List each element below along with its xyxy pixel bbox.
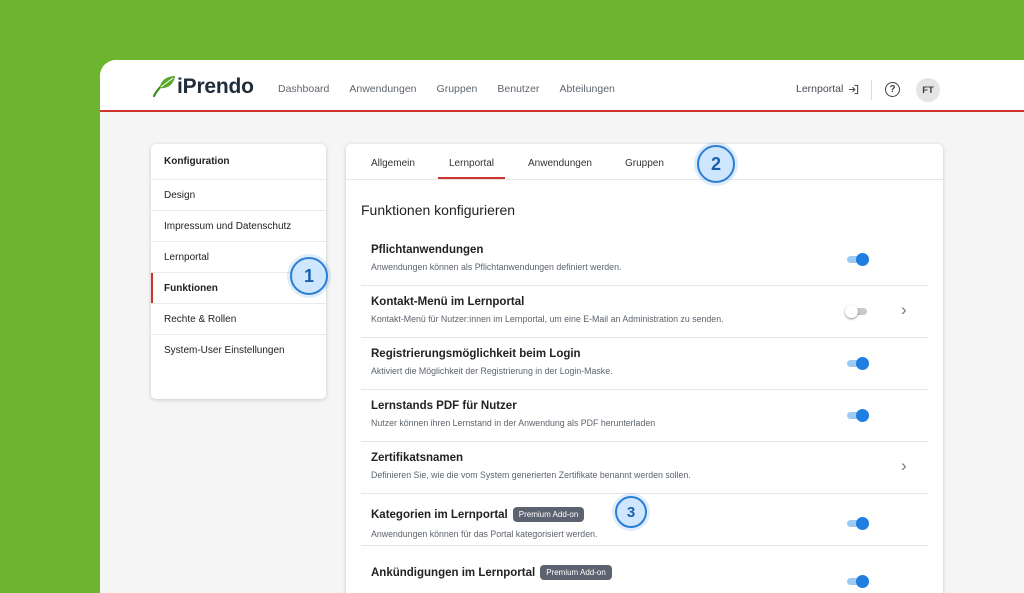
top-navigation-bar: iPrendo Dashboard Anwendungen Gruppen Be…	[100, 60, 1024, 112]
nav-benutzer[interactable]: Benutzer	[497, 83, 539, 95]
setting-title: Ankündigungen im Lernportal	[371, 567, 536, 579]
setting-description: Kontakt-Menü für Nutzer:innen im Lernpor…	[371, 314, 724, 324]
ankuendigungen-toggle[interactable]	[847, 575, 869, 588]
premium-addon-badge: Premium Add-on	[512, 507, 585, 522]
nav-abteilungen[interactable]: Abteilungen	[559, 83, 614, 95]
setting-title: Pflichtanwendungen	[371, 244, 484, 256]
tab-bar: Allgemein Lernportal Anwendungen Gruppen	[346, 144, 943, 180]
setting-description: Anwendungen können als Pflichtanwendunge…	[371, 262, 622, 272]
setting-title: Kategorien im Lernportal	[371, 509, 508, 521]
section-title: Funktionen konfigurieren	[361, 202, 516, 218]
main-panel: Allgemein Lernportal Anwendungen Gruppen…	[346, 144, 943, 593]
setting-title: Lernstands PDF für Nutzer	[371, 400, 517, 412]
tab-lernportal[interactable]: Lernportal	[437, 158, 506, 179]
setting-title-wrap: Ankündigungen im Lernportal Premium Add-o…	[371, 565, 612, 580]
setting-title: Zertifikatsnamen	[371, 452, 464, 464]
nav-divider	[871, 80, 872, 100]
callout-marker-2: 2	[697, 145, 735, 183]
setting-description: Nutzer können ihren Lernstand in der Anw…	[371, 418, 656, 428]
setting-title: Registrierungsmöglichkeit beim Login	[371, 348, 581, 360]
setting-row-pflichtanwendungen: Pflichtanwendungen Anwendungen können al…	[361, 234, 928, 286]
setting-description: Definieren Sie, wie die vom System gener…	[371, 470, 691, 480]
setting-description: Anwendungen können für das Portal katego…	[371, 529, 598, 539]
main-nav: Dashboard Anwendungen Gruppen Benutzer A…	[278, 83, 615, 95]
chevron-right-icon[interactable]: ›	[901, 300, 907, 320]
callout-marker-3: 3	[615, 496, 647, 528]
brand-logo[interactable]: iPrendo	[152, 74, 254, 98]
brand-name: iPrendo	[177, 75, 254, 98]
setting-row-ankuendigungen: Ankündigungen im Lernportal Premium Add-o…	[361, 552, 928, 593]
kategorien-toggle[interactable]	[847, 517, 869, 530]
callout-marker-1: 1	[290, 257, 328, 295]
chevron-right-icon[interactable]: ›	[901, 456, 907, 476]
setting-row-lernstands-pdf: Lernstands PDF für Nutzer Nutzer können …	[361, 390, 928, 442]
sidebar-item-rechte-rollen[interactable]: Rechte & Rollen	[151, 304, 326, 335]
sidebar-heading-konfiguration: Konfiguration	[151, 144, 326, 180]
tab-allgemein[interactable]: Allgemein	[371, 158, 415, 169]
sidebar-item-system-user[interactable]: System-User Einstellungen	[151, 335, 326, 366]
user-avatar[interactable]: FT	[916, 78, 940, 102]
setting-title-wrap: Kategorien im Lernportal Premium Add-on	[371, 507, 585, 522]
tab-anwendungen[interactable]: Anwendungen	[528, 158, 592, 169]
sidebar-item-design[interactable]: Design	[151, 180, 326, 211]
setting-row-registrierung: Registrierungsmöglichkeit beim Login Akt…	[361, 338, 928, 390]
registrierung-toggle[interactable]	[847, 357, 869, 370]
pflichtanwendungen-toggle[interactable]	[847, 253, 869, 266]
lernstands-pdf-toggle[interactable]	[847, 409, 869, 422]
kontakt-menu-toggle[interactable]	[845, 305, 867, 318]
setting-row-kontakt-menu: Kontakt-Menü im Lernportal Kontakt-Menü …	[361, 286, 928, 338]
setting-row-zertifikatsnamen: Zertifikatsnamen Definieren Sie, wie die…	[361, 442, 928, 494]
premium-addon-badge: Premium Add-on	[540, 565, 612, 580]
nav-dashboard[interactable]: Dashboard	[278, 83, 329, 95]
leaf-logo-icon	[152, 76, 175, 98]
setting-description: Aktiviert die Möglichkeit der Registrier…	[371, 366, 613, 376]
nav-anwendungen[interactable]: Anwendungen	[349, 83, 416, 95]
help-icon[interactable]: ?	[885, 82, 900, 97]
tab-gruppen[interactable]: Gruppen	[625, 158, 664, 169]
lernportal-link[interactable]: Lernportal	[796, 83, 859, 95]
sidebar-item-impressum[interactable]: Impressum und Datenschutz	[151, 211, 326, 242]
nav-gruppen[interactable]: Gruppen	[437, 83, 478, 95]
setting-title: Kontakt-Menü im Lernportal	[371, 296, 525, 308]
login-arrow-icon	[849, 84, 859, 94]
lernportal-link-label: Lernportal	[796, 83, 844, 95]
app-window: iPrendo Dashboard Anwendungen Gruppen Be…	[100, 60, 1024, 593]
